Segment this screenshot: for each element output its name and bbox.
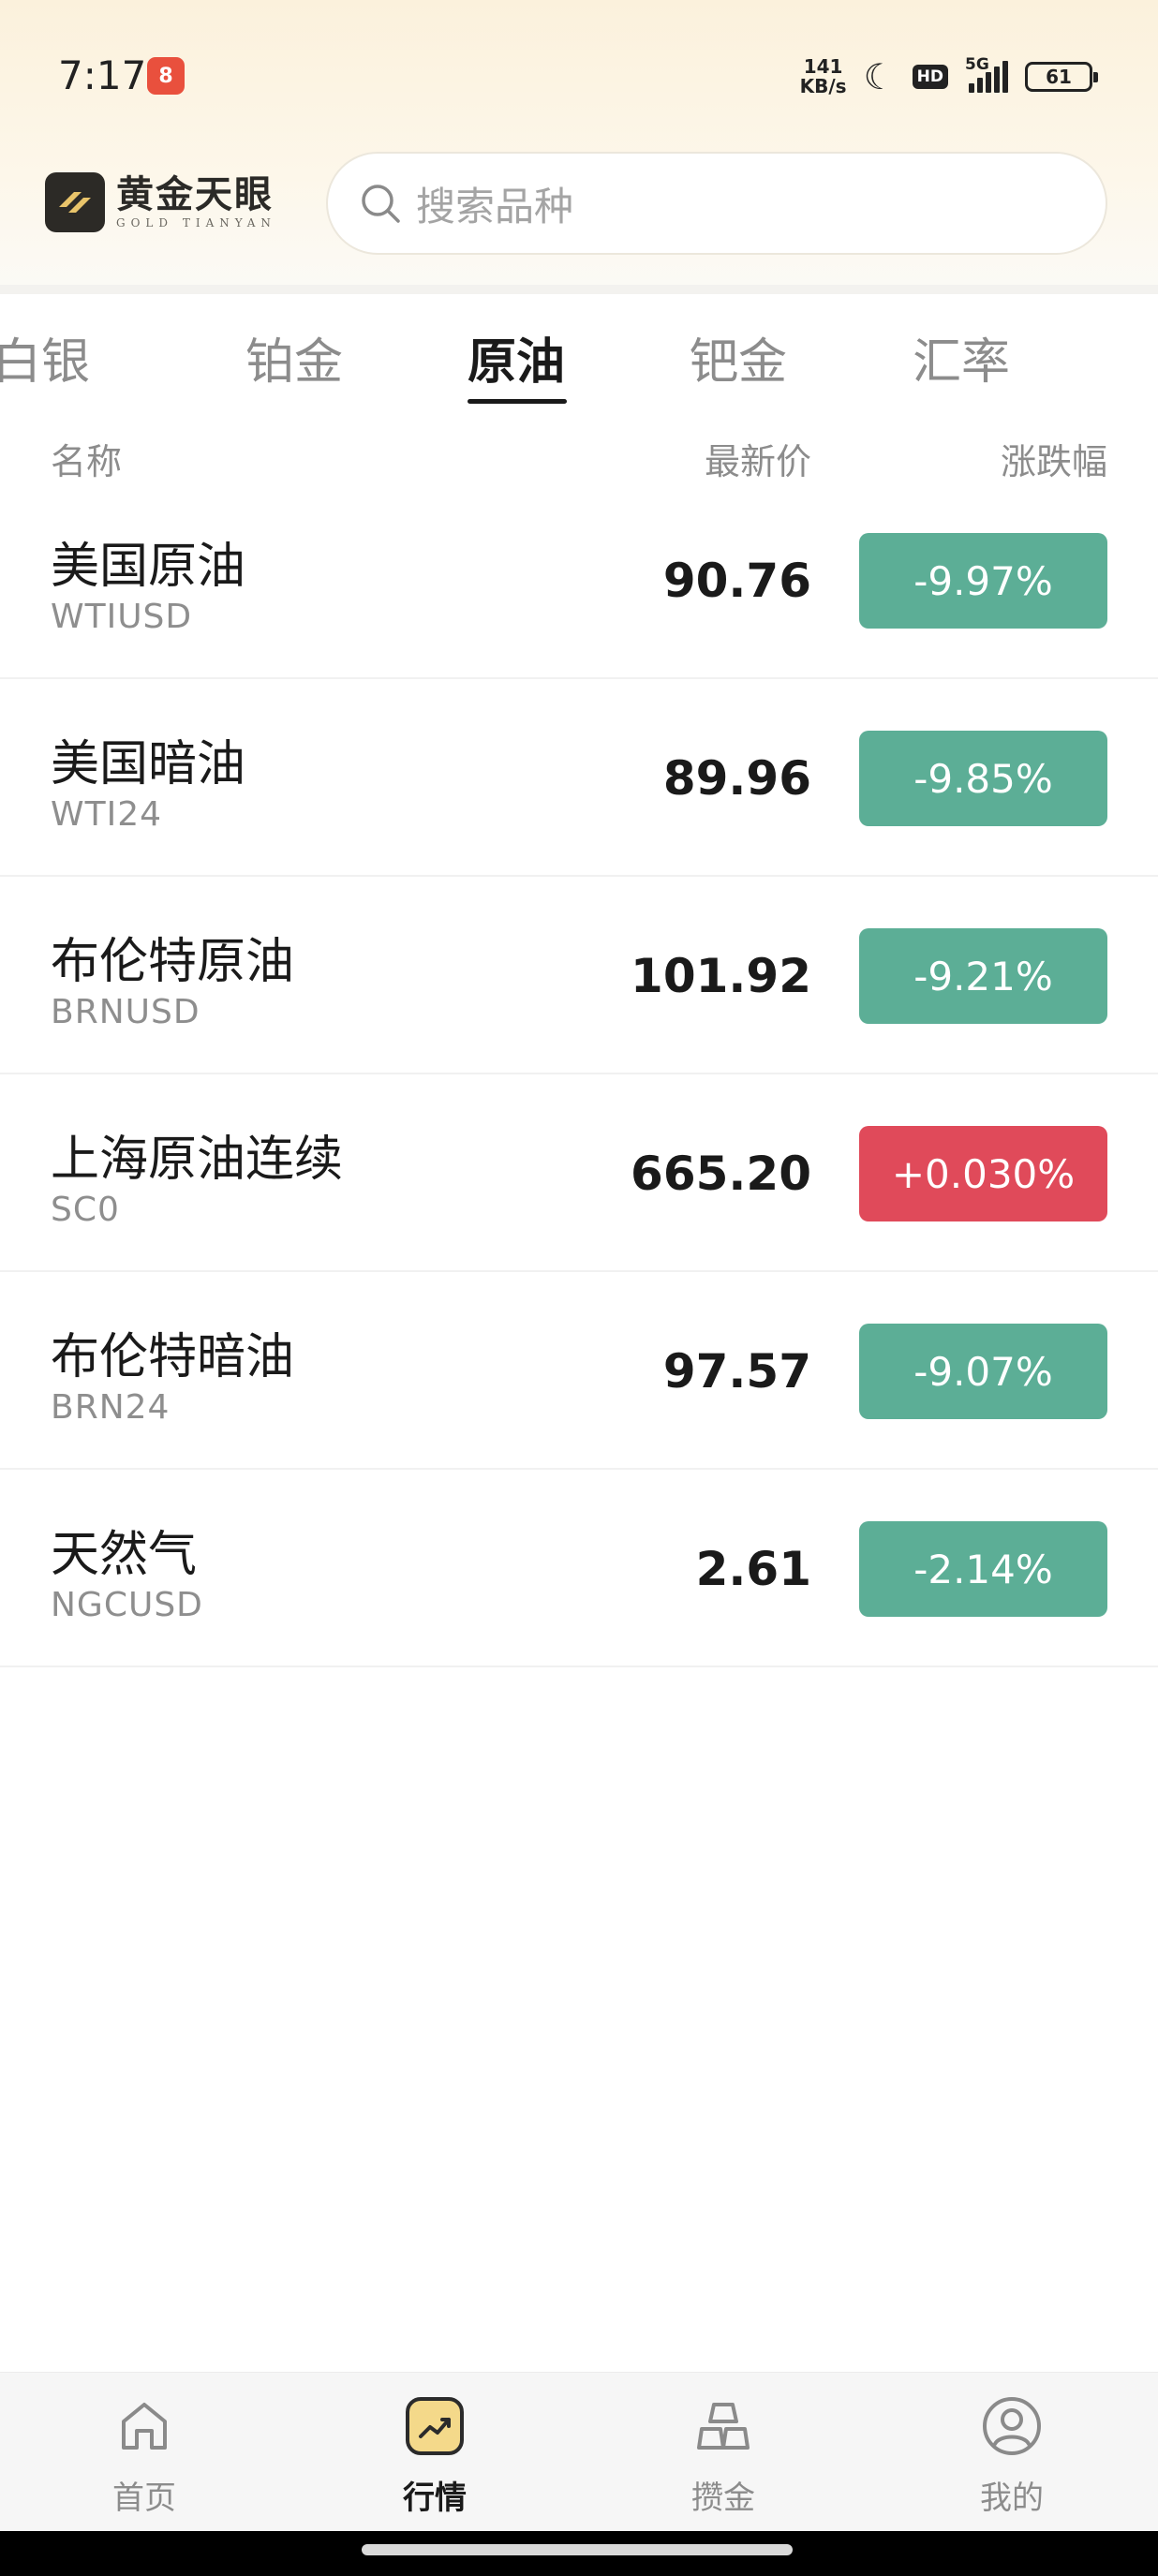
quote-change-badge[interactable]: -2.14% (859, 1521, 1107, 1617)
quote-code: SC0 (51, 1191, 120, 1229)
search-placeholder: 搜索品种 (416, 183, 574, 229)
gold-bars-icon (697, 2403, 750, 2450)
search-icon (362, 185, 400, 223)
nav-profile-label: 我的 (980, 2480, 1044, 2517)
quote-row[interactable]: 美国原油 WTIUSD 90.76 -9.97% (0, 481, 1158, 679)
tab-platinum[interactable]: 铂金 (245, 322, 343, 392)
quote-row[interactable]: 布伦特原油 BRNUSD 101.92 -9.21% (0, 877, 1158, 1074)
market-trend-icon (406, 2397, 464, 2455)
quote-name: 布伦特原油 (51, 934, 295, 990)
logo-chinese-name: 黄金天眼 (116, 172, 274, 216)
logo-mark-icon (45, 172, 105, 232)
quote-price: 89.96 (662, 751, 811, 806)
nav-home[interactable]: 首页 (51, 2393, 238, 2524)
quote-change-badge[interactable]: +0.030% (859, 1126, 1107, 1221)
quote-name: 美国原油 (51, 539, 246, 595)
tab-exchange-rate[interactable]: 汇率 (913, 322, 1010, 392)
quote-name: 布伦特暗油 (51, 1329, 295, 1385)
tab-palladium[interactable]: 钯金 (690, 322, 787, 392)
quote-name: 天然气 (51, 1527, 198, 1583)
profile-icon (983, 2397, 1041, 2455)
status-bar: 7:17 8 141 KB/s ☾ HD 5G 61 (0, 0, 1158, 150)
battery-level: 61 (1046, 66, 1072, 88)
nav-save-gold-label: 攒金 (691, 2480, 755, 2517)
quote-price: 665.20 (631, 1147, 811, 1201)
app-screen: 7:17 8 141 KB/s ☾ HD 5G 61 黄金天眼 GOLD TIA… (0, 0, 1158, 2576)
bottom-navigation: 首页 行情 攒金 我的 (0, 2372, 1158, 2531)
quote-price: 101.92 (631, 949, 811, 1003)
app-logo[interactable]: 黄金天眼 GOLD TIANYAN (45, 172, 276, 232)
quote-row[interactable]: 天然气 NGCUSD 2.61 -2.14% (0, 1470, 1158, 1667)
logo-english-name: GOLD TIANYAN (116, 216, 276, 229)
tab-silver[interactable]: 白银 (0, 322, 90, 392)
column-name-header: 名称 (51, 441, 123, 482)
quote-change-badge[interactable]: -9.07% (859, 1324, 1107, 1419)
home-gesture-handle[interactable] (362, 2544, 793, 2555)
system-gesture-bar (0, 2531, 1158, 2576)
nav-home-label: 首页 (112, 2480, 176, 2517)
cellular-signal-icon: 5G (965, 55, 1008, 93)
network-speed-value: 141 (803, 55, 843, 78)
category-tabs: 白银 铂金 原油 钯金 汇率 (0, 294, 1158, 416)
header-divider (0, 285, 1158, 294)
hd-voice-icon: HD (912, 65, 948, 89)
quote-name: 美国暗油 (51, 736, 246, 792)
quote-code: NGCUSD (51, 1586, 203, 1624)
network-type: 5G (965, 55, 989, 74)
column-change-header[interactable]: 涨跌幅 (1001, 433, 1107, 484)
column-price-header[interactable]: 最新价 (705, 433, 811, 484)
quote-change-badge[interactable]: -9.85% (859, 731, 1107, 826)
quote-row[interactable]: 上海原油连续 SC0 665.20 +0.030% (0, 1074, 1158, 1272)
app-notification-icon: 8 (147, 57, 185, 95)
battery-icon: 61 (1025, 62, 1098, 92)
quote-change-badge[interactable]: -9.21% (859, 928, 1107, 1024)
network-speed-unit: KB/s (799, 75, 847, 97)
quote-code: BRN24 (51, 1388, 171, 1427)
quote-code: WTI24 (51, 795, 163, 834)
quote-price: 97.57 (662, 1344, 811, 1399)
quote-code: BRNUSD (51, 993, 200, 1031)
quote-code: WTIUSD (51, 598, 193, 636)
quote-name: 上海原油连续 (51, 1132, 344, 1188)
quote-row[interactable]: 布伦特暗油 BRN24 97.57 -9.07% (0, 1272, 1158, 1470)
quote-change-badge[interactable]: -9.97% (859, 533, 1107, 629)
status-time: 7:17 (58, 52, 147, 98)
active-tab-indicator (468, 399, 567, 404)
tab-crude-oil[interactable]: 原油 (468, 322, 565, 392)
nav-save-gold[interactable]: 攒金 (630, 2393, 817, 2524)
nav-market-label: 行情 (403, 2480, 467, 2517)
nav-market[interactable]: 行情 (341, 2393, 528, 2524)
quote-price: 2.61 (695, 1542, 811, 1596)
nav-profile[interactable]: 我的 (918, 2393, 1106, 2524)
quote-list: 美国原油 WTIUSD 90.76 -9.97% 美国暗油 WTI24 89.9… (0, 481, 1158, 1667)
quote-row[interactable]: 美国暗油 WTI24 89.96 -9.85% (0, 679, 1158, 877)
network-speed: 141 KB/s (800, 57, 847, 96)
do-not-disturb-moon-icon: ☾ (863, 56, 896, 97)
search-input[interactable]: 搜索品种 (326, 152, 1107, 255)
quote-price: 90.76 (662, 554, 811, 608)
home-icon (122, 2403, 167, 2450)
status-indicators: 141 KB/s ☾ HD 5G 61 (800, 55, 1098, 97)
